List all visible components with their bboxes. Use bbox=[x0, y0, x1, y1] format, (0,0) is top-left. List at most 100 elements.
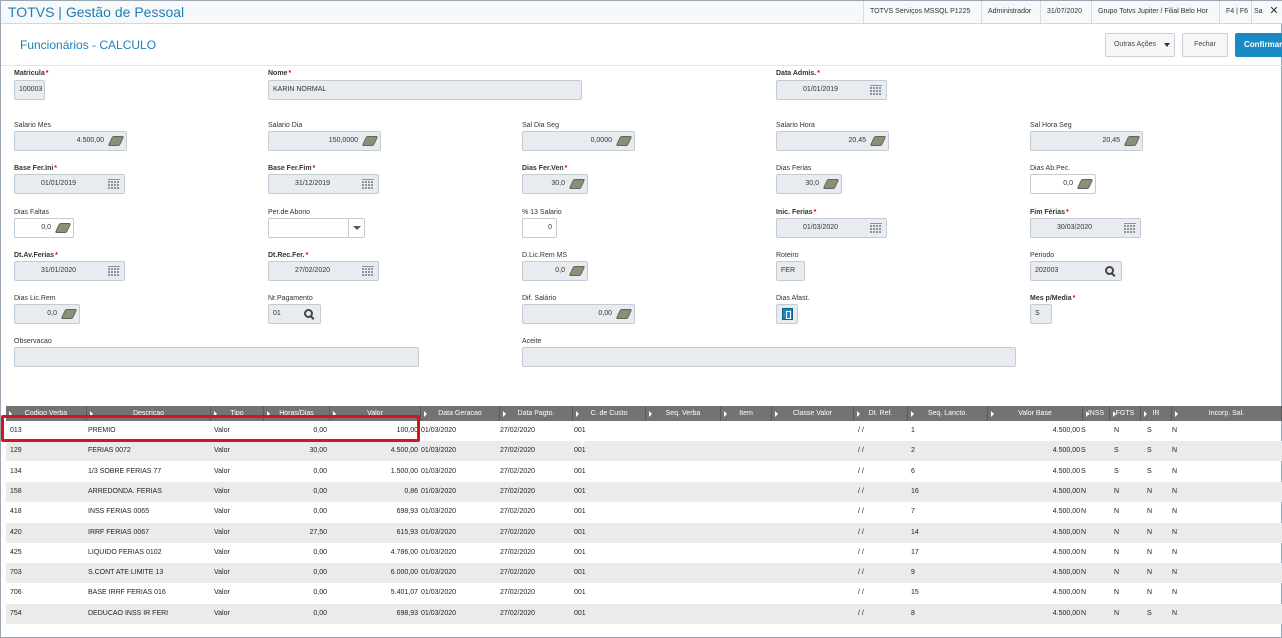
table-row[interactable]: 420 IRRF FERIAS 0067 Valor 27,50 615,93 01/03… bbox=[6, 522, 1282, 543]
close-button[interactable]: Fechar bbox=[1182, 33, 1228, 57]
dt-av-ferias-field[interactable]: 31/01/2020 bbox=[14, 261, 125, 281]
col-incorp-sal[interactable]: Incorp. Sal. bbox=[1172, 406, 1282, 421]
col-inss[interactable]: INSS bbox=[1083, 406, 1110, 421]
search-icon[interactable] bbox=[1105, 266, 1117, 276]
fim-ferias-field[interactable]: 30/03/2020 bbox=[1030, 218, 1141, 238]
shortcut-keys[interactable]: F4 | F6 bbox=[1219, 1, 1254, 23]
salario-hora-field[interactable]: 20,45 bbox=[776, 131, 889, 151]
dias-afast-field[interactable] bbox=[776, 304, 798, 324]
per-abono-select[interactable] bbox=[268, 218, 365, 238]
col-data-geracao[interactable]: Data Geracao bbox=[421, 406, 500, 421]
col-seq-verba[interactable]: Seq. Verba bbox=[646, 406, 721, 421]
branch-info[interactable]: Grupo Totvs Jupiter / Filial Belo Hor bbox=[1091, 1, 1214, 23]
cell-seq-verba bbox=[646, 563, 718, 583]
cell-classe-valor bbox=[772, 523, 852, 543]
money-icon[interactable] bbox=[615, 309, 633, 319]
calendar-icon[interactable] bbox=[362, 179, 374, 189]
calendar-icon[interactable] bbox=[1124, 223, 1136, 233]
money-icon[interactable] bbox=[568, 179, 586, 189]
money-icon[interactable] bbox=[615, 136, 633, 146]
nr-pagamento-field[interactable]: 01 bbox=[268, 304, 321, 324]
table-row[interactable]: 703 S.CONT ATE LIMITE 13 Valor 0,00 6.000,00… bbox=[6, 563, 1282, 584]
table-row[interactable]: 418 INSS FERIAS 0065 Valor 0,00 698,93 01/03/… bbox=[6, 502, 1282, 522]
money-icon[interactable] bbox=[869, 136, 887, 146]
nome-label: Nome* bbox=[268, 70, 292, 77]
col-data-pagto[interactable]: Data Pagto. bbox=[500, 406, 573, 421]
base-fer-fim-field[interactable]: 31/12/2019 bbox=[268, 174, 379, 194]
roteiro-field[interactable]: FER bbox=[776, 261, 805, 281]
dias-faltas-field[interactable]: 0,0 bbox=[14, 218, 74, 238]
money-icon[interactable] bbox=[60, 309, 78, 319]
mes-p-media-field[interactable]: S bbox=[1030, 304, 1052, 324]
money-icon[interactable] bbox=[1076, 179, 1094, 189]
money-icon[interactable] bbox=[54, 223, 72, 233]
table-row[interactable]: 425 LIQUIDO FERIAS 0102 Valor 0,00 4.786,00 0… bbox=[6, 543, 1282, 563]
cell-inss: N bbox=[1081, 609, 1087, 617]
cell-ir: N bbox=[1147, 508, 1153, 516]
col-centro-custo[interactable]: C. de Custo bbox=[573, 406, 646, 421]
calendar-icon[interactable] bbox=[870, 85, 882, 95]
dt-rec-fer-field[interactable]: 27/02/2020 bbox=[268, 261, 379, 281]
date-info[interactable]: 31/07/2020 bbox=[1040, 1, 1088, 23]
base-fer-ini-field[interactable]: 01/01/2019 bbox=[14, 174, 125, 194]
col-dt-ref[interactable]: Dt. Ref. bbox=[854, 406, 908, 421]
pct-13-salario-field[interactable]: 0 bbox=[522, 218, 557, 238]
calendar-icon[interactable] bbox=[870, 223, 882, 233]
matricula-field[interactable]: 100003 bbox=[14, 80, 45, 100]
dias-fer-ven-field[interactable]: 30,0 bbox=[522, 174, 588, 194]
close-icon[interactable]: ✕ bbox=[1267, 4, 1281, 17]
money-icon[interactable] bbox=[822, 179, 840, 189]
col-classe-valor[interactable]: Classe Valor bbox=[772, 406, 854, 421]
col-valor-base[interactable]: Valor Base bbox=[988, 406, 1083, 421]
col-seq-lancto[interactable]: Seq. Lancto. bbox=[908, 406, 988, 421]
user-info[interactable]: Administrador bbox=[981, 1, 1037, 23]
environment-info[interactable]: TOTVS Serviços MSSQL P1225 bbox=[863, 1, 976, 23]
other-actions-button[interactable]: Outras Ações bbox=[1105, 33, 1175, 57]
aceite-field[interactable] bbox=[522, 347, 1016, 367]
inic-ferias-field[interactable]: 01/03/2020 bbox=[776, 218, 887, 238]
cell-codigo: 158 bbox=[10, 487, 22, 495]
table-row[interactable]: 129 FERIAS 0072 Valor 30,00 4.500,00 01/03/20… bbox=[6, 441, 1282, 462]
salario-dia-field[interactable]: 150,0000 bbox=[268, 131, 381, 151]
data-admis-field[interactable]: 01/01/2019 bbox=[776, 80, 887, 100]
fim-ferias-label: Fim Férias* bbox=[1030, 209, 1069, 216]
exit-link[interactable]: Sa bbox=[1251, 1, 1265, 23]
table-row[interactable]: 134 1/3 SOBRE FERIAS 77 Valor 0,00 1.500,00 0… bbox=[6, 462, 1282, 482]
cell-dt-ref: / / bbox=[858, 609, 864, 617]
calendar-icon[interactable] bbox=[108, 266, 120, 276]
money-icon[interactable] bbox=[568, 266, 586, 276]
table-row[interactable]: 158 ARREDONDA. FERIAS Valor 0,00 0,86 01/03/2… bbox=[6, 481, 1282, 502]
search-icon[interactable] bbox=[304, 309, 316, 319]
application-window: TOTVS | Gestão de Pessoal TOTVS Serviços… bbox=[0, 0, 1282, 638]
sal-dia-seg-field[interactable]: 0,0000 bbox=[522, 131, 635, 151]
cell-seq-verba bbox=[646, 441, 718, 461]
col-ir[interactable]: IR bbox=[1141, 406, 1172, 421]
cell-classe-valor bbox=[772, 462, 852, 482]
dias-lic-rem-field[interactable]: 0,0 bbox=[14, 304, 80, 324]
dias-ferias-field[interactable]: 30,0 bbox=[776, 174, 842, 194]
col-item[interactable]: Item bbox=[721, 406, 772, 421]
dias-ab-pec-field[interactable]: 0,0 bbox=[1030, 174, 1096, 194]
money-icon[interactable] bbox=[1123, 136, 1141, 146]
col-fgts[interactable]: FGTS bbox=[1110, 406, 1141, 421]
sal-hora-seg-field[interactable]: 20,45 bbox=[1030, 131, 1143, 151]
calendar-icon[interactable] bbox=[362, 266, 374, 276]
d-lic-rem-ms-field[interactable]: 0,0 bbox=[522, 261, 588, 281]
confirm-button[interactable]: Confirmar bbox=[1235, 33, 1282, 57]
table-row[interactable]: 706 BASE IRRF FERIAS 016 Valor 0,00 5.401,07… bbox=[6, 583, 1282, 603]
cell-data-geracao: 01/03/2020 bbox=[421, 528, 457, 536]
calendar-icon[interactable] bbox=[108, 179, 120, 189]
table-row[interactable]: 754 DEDUCAO INSS IR FERI Valor 0,00 698,93 01… bbox=[6, 603, 1282, 624]
chevron-down-icon[interactable] bbox=[348, 219, 364, 237]
dif-salario-field[interactable]: 0,00 bbox=[522, 304, 635, 324]
dias-afast-label: Dias Afast. bbox=[776, 295, 810, 302]
money-icon[interactable] bbox=[107, 136, 125, 146]
salario-mes-field[interactable]: 4.500,00 bbox=[14, 131, 127, 151]
observacao-field[interactable] bbox=[14, 347, 419, 367]
data-admis-label: Data Admis.* bbox=[776, 70, 820, 77]
checkbox-icon[interactable] bbox=[782, 308, 793, 320]
money-icon[interactable] bbox=[361, 136, 379, 146]
periodo-field[interactable]: 202003 bbox=[1030, 261, 1122, 281]
cell-descricao: S.CONT ATE LIMITE 13 bbox=[88, 569, 164, 577]
nome-field[interactable]: KARIN NORMAL bbox=[268, 80, 582, 100]
